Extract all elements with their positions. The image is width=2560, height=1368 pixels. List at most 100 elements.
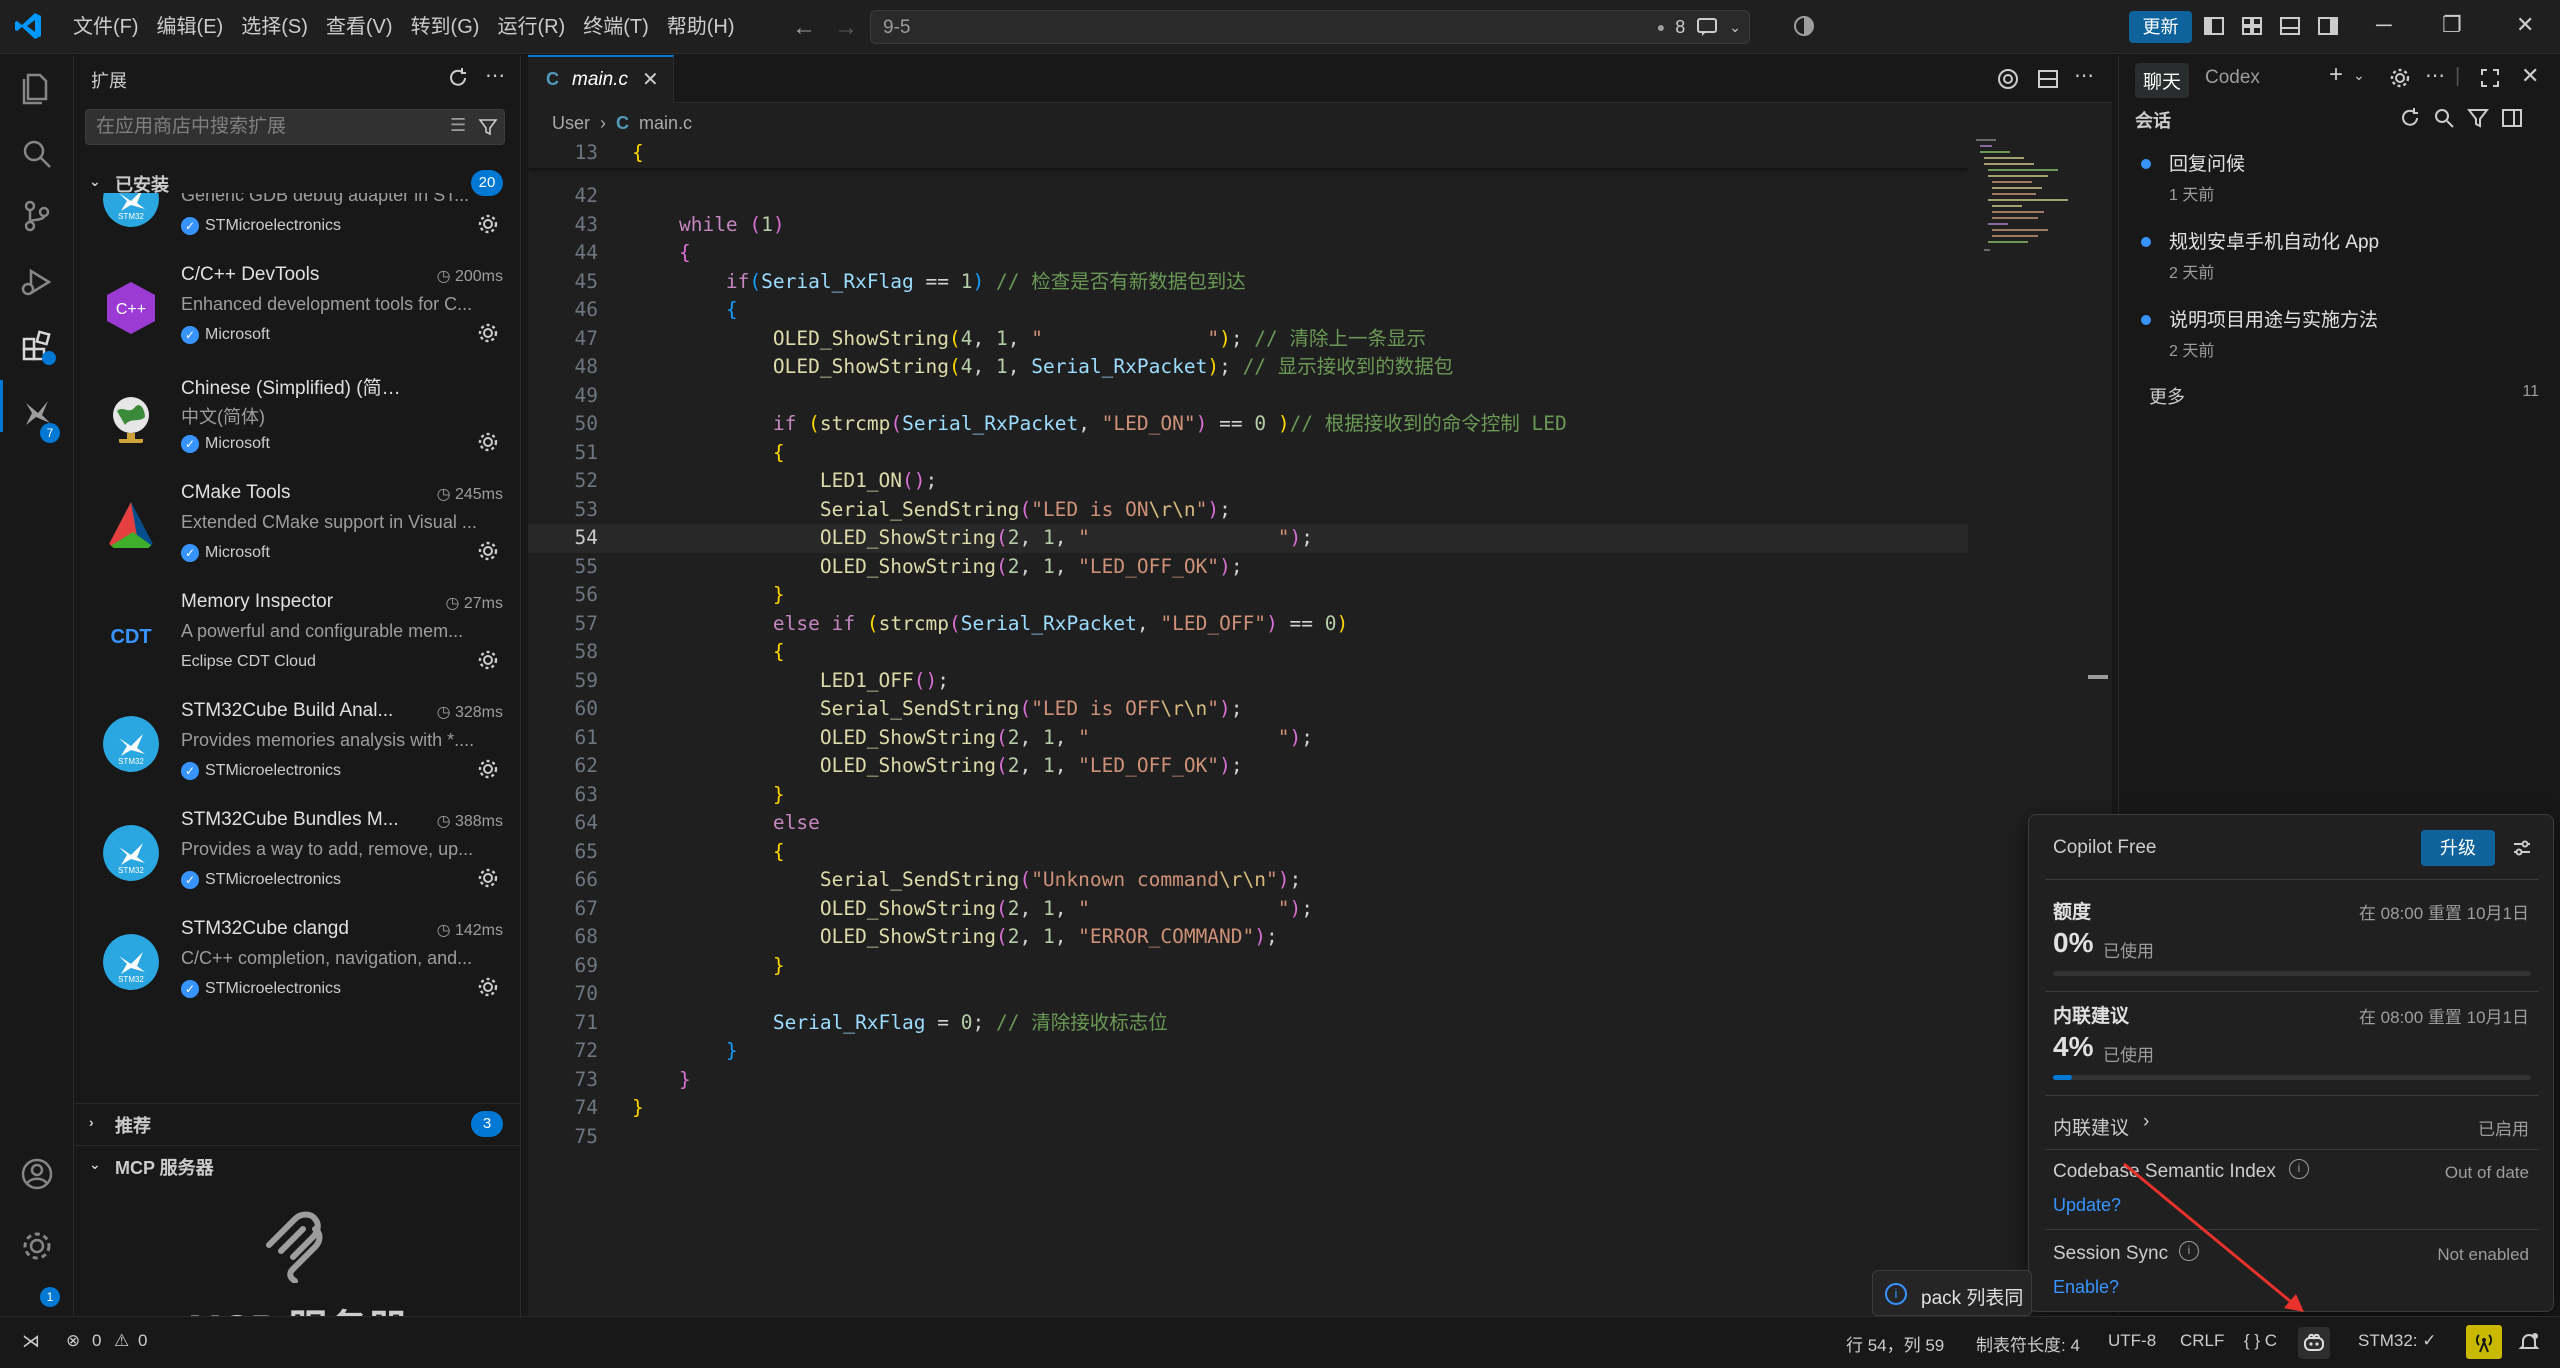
openai-icon[interactable]: [1996, 67, 2020, 91]
extension-item[interactable]: STM32 Generic GDB debug adapter in ST... ✓…: [75, 193, 521, 255]
extension-item[interactable]: CMake Tools ◷ 245ms Extended CMake support…: [75, 474, 521, 582]
bell-icon[interactable]: [2518, 1331, 2540, 1353]
tab-codex[interactable]: Codex: [2205, 67, 2260, 89]
breadcrumb-folder[interactable]: User: [552, 113, 590, 134]
inline-setting-link[interactable]: 内联建议: [2053, 1113, 2129, 1140]
gear-icon[interactable]: [477, 649, 499, 671]
minimize-icon[interactable]: ─: [2376, 12, 2392, 38]
menu-view[interactable]: 查看(V): [317, 0, 402, 54]
split-editor-icon[interactable]: [2036, 67, 2060, 91]
explorer-icon[interactable]: [18, 69, 56, 107]
clear-filter-icon[interactable]: ☰: [450, 115, 466, 136]
error-icon[interactable]: ⊗: [66, 1331, 80, 1351]
minimap[interactable]: [1976, 139, 2086, 299]
chat-sync-icon[interactable]: [1695, 15, 1719, 39]
gear-icon[interactable]: [2389, 67, 2411, 89]
cursor-position[interactable]: 行 54，列 59: [1846, 1331, 1944, 1356]
gear-icon[interactable]: [477, 867, 499, 889]
extension-search-input[interactable]: [86, 110, 426, 144]
upgrade-button[interactable]: 升级: [2421, 830, 2495, 866]
gear-icon[interactable]: [477, 322, 499, 344]
notification-toast[interactable]: i pack 列表同: [1872, 1270, 2032, 1316]
remote-icon[interactable]: ⋊: [22, 1331, 40, 1352]
language-mode[interactable]: { } C: [2244, 1331, 2277, 1351]
search-icon[interactable]: [18, 135, 56, 173]
extensions-icon[interactable]: [18, 327, 56, 365]
line-number: 63: [574, 782, 598, 806]
breadcrumb-file[interactable]: main.c: [639, 113, 692, 134]
refresh-icon[interactable]: [2399, 107, 2421, 129]
toggle-primary-sidebar-icon[interactable]: [2202, 14, 2226, 38]
run-debug-icon[interactable]: [18, 263, 56, 301]
broadcast-status-button[interactable]: [2466, 1325, 2502, 1359]
close-icon[interactable]: ✕: [642, 67, 659, 92]
recommended-section-header[interactable]: › 推荐 3: [75, 1103, 521, 1141]
command-center[interactable]: 9-5 ● 8 ⌄: [870, 10, 1750, 44]
menu-go[interactable]: 转到(G): [402, 0, 489, 54]
toggle-secondary-sidebar-icon[interactable]: [2316, 14, 2340, 38]
scrollbar-thumb[interactable]: [2088, 675, 2108, 679]
menu-selection[interactable]: 选择(S): [232, 0, 317, 54]
menu-edit[interactable]: 编辑(E): [148, 0, 233, 54]
warning-icon[interactable]: ⚠: [114, 1331, 129, 1351]
filter-icon[interactable]: [478, 117, 498, 137]
gear-icon[interactable]: [477, 431, 499, 453]
menu-help[interactable]: 帮助(H): [658, 0, 744, 54]
menu-run[interactable]: 运行(R): [488, 0, 574, 54]
code-editor[interactable]: 13{41 // Serial_Printf("你好，世界! \r\n");42…: [528, 139, 1968, 1229]
gear-icon[interactable]: [477, 976, 499, 998]
plus-icon[interactable]: +: [2329, 61, 2343, 89]
forward-arrow-icon[interactable]: →: [834, 14, 858, 42]
gear-icon[interactable]: [477, 758, 499, 780]
source-control-icon[interactable]: [18, 197, 56, 235]
refresh-icon[interactable]: [447, 67, 469, 89]
index-update-link[interactable]: Update?: [2053, 1195, 2121, 1216]
extension-item[interactable]: CDT Memory Inspector ◷ 27ms A powerful and …: [75, 583, 521, 691]
session-item[interactable]: 说明项目用途与实施方法 2 天前: [2135, 303, 2535, 375]
maximize-icon[interactable]: [2479, 67, 2501, 89]
close-window-icon[interactable]: ✕: [2516, 12, 2534, 38]
chevron-down-icon[interactable]: ⌄: [2353, 67, 2365, 84]
filter-icon[interactable]: [2467, 107, 2489, 129]
extension-item[interactable]: C++ C/C++ DevTools ◷ 200ms Enhanced develop…: [75, 256, 521, 364]
session-item[interactable]: 回复问候 1 天前: [2135, 147, 2535, 219]
search-icon[interactable]: [2433, 107, 2455, 129]
restore-icon[interactable]: ❐: [2442, 12, 2462, 38]
tab-size[interactable]: 制表符长度: 4: [1976, 1331, 2080, 1356]
update-button[interactable]: 更新: [2129, 11, 2192, 43]
gear-icon[interactable]: [477, 213, 499, 235]
close-icon[interactable]: ✕: [2521, 63, 2539, 89]
line-ending[interactable]: CRLF: [2180, 1331, 2224, 1351]
extension-item[interactable]: STM32 STM32Cube Bundles M... ◷ 388ms Provid…: [75, 801, 521, 909]
copilot-status-icon[interactable]: [1792, 14, 1816, 38]
manage-gear-icon[interactable]: [18, 1227, 56, 1265]
more-actions-icon[interactable]: ⋯: [2074, 63, 2094, 88]
gear-icon[interactable]: [477, 540, 499, 562]
tab-chat[interactable]: 聊天: [2135, 63, 2190, 98]
menu-terminal[interactable]: 终端(T): [574, 0, 658, 54]
menu-file[interactable]: 文件(F): [64, 0, 148, 54]
extension-item-partial[interactable]: [75, 1019, 521, 1039]
settings-sliders-icon[interactable]: [2511, 837, 2533, 859]
extension-item[interactable]: Chinese (Simplified) (简体中文) L... 中文(简体) ✓ M…: [75, 365, 521, 473]
extension-item[interactable]: STM32 STM32Cube Build Anal... ◷ 328ms Provi…: [75, 692, 521, 800]
sync-enable-link[interactable]: Enable?: [2053, 1277, 2119, 1298]
tab-main-c[interactable]: C main.c ✕: [528, 55, 674, 103]
error-count[interactable]: 0: [92, 1331, 101, 1351]
back-arrow-icon[interactable]: ←: [792, 14, 816, 42]
chevron-down-icon[interactable]: ⌄: [1729, 19, 1741, 36]
customize-layout-icon[interactable]: [2240, 14, 2264, 38]
toggle-panel-icon[interactable]: [2278, 14, 2302, 38]
stm32-status[interactable]: STM32: ✓: [2358, 1331, 2436, 1351]
activation-time: ◷ 200ms: [436, 268, 503, 285]
more-sessions-row[interactable]: 更多 11: [2149, 383, 2539, 409]
copilot-status-button[interactable]: [2298, 1327, 2330, 1359]
account-icon[interactable]: [18, 1155, 56, 1193]
sidebar-toggle-icon[interactable]: [2501, 107, 2523, 129]
more-actions-icon[interactable]: ⋯: [2425, 63, 2445, 88]
encoding[interactable]: UTF-8: [2108, 1331, 2156, 1351]
session-item[interactable]: 规划安卓手机自动化 App 2 天前: [2135, 225, 2535, 297]
extension-item[interactable]: STM32 STM32Cube clangd ◷ 142ms C/C++ comple…: [75, 910, 521, 1018]
more-actions-icon[interactable]: ⋯: [485, 63, 505, 88]
warning-count[interactable]: 0: [138, 1331, 147, 1351]
